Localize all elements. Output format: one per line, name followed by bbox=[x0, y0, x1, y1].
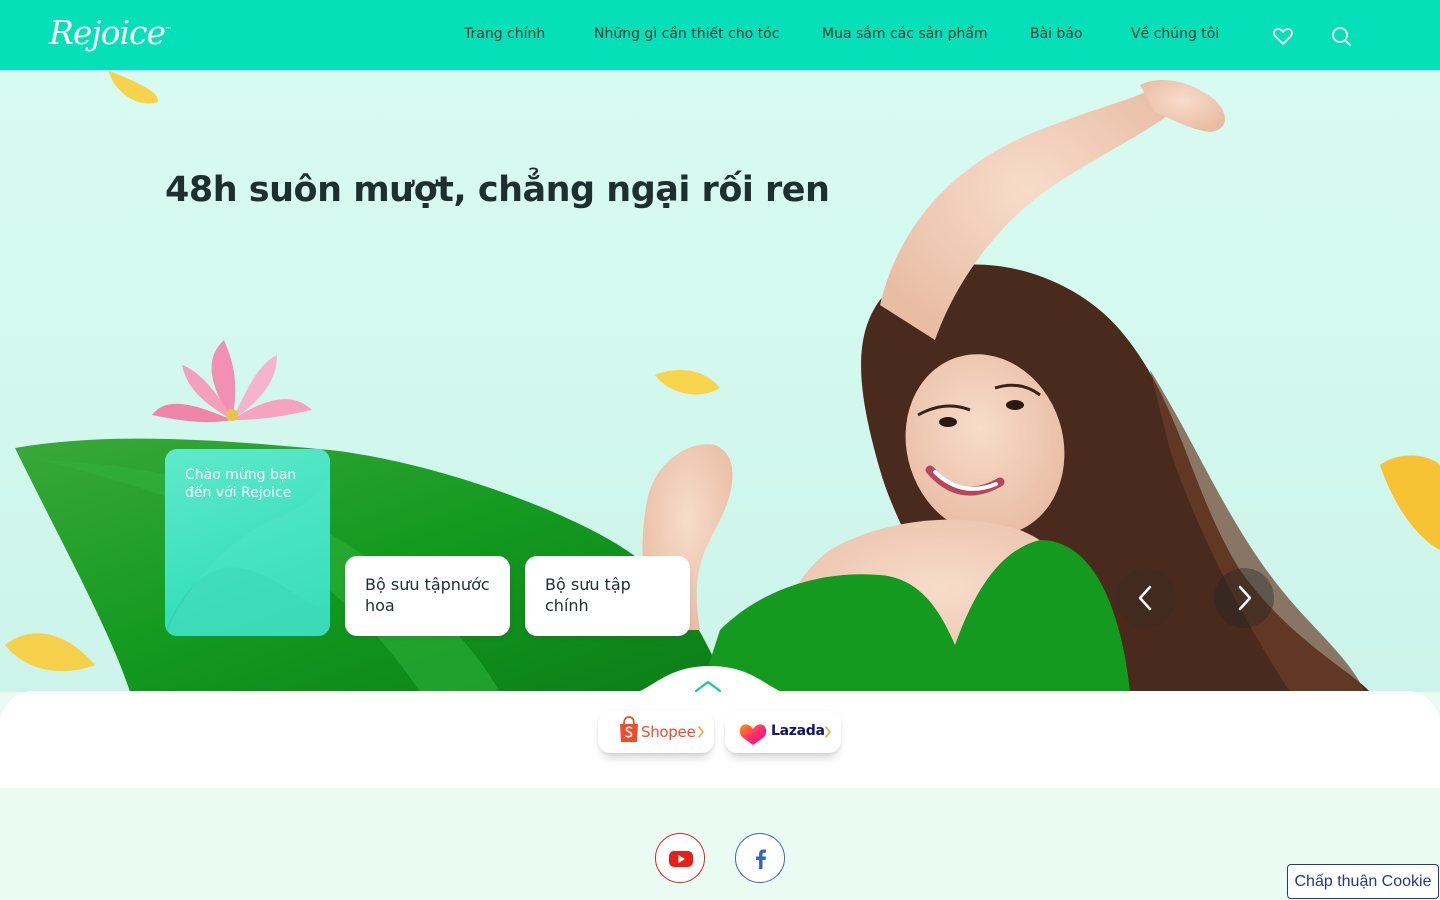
logo-trademark: ™ bbox=[165, 26, 173, 34]
chevron-up-icon[interactable] bbox=[694, 679, 722, 693]
shop-links-bar bbox=[0, 691, 1440, 788]
site-footer bbox=[0, 788, 1440, 900]
yellow-petal bbox=[108, 70, 159, 104]
search-icon[interactable] bbox=[1330, 24, 1354, 48]
carousel-next-button[interactable] bbox=[1214, 568, 1274, 628]
youtube-link[interactable] bbox=[655, 833, 705, 883]
yellow-petal bbox=[655, 369, 720, 395]
facebook-icon bbox=[756, 849, 767, 869]
yellow-petal bbox=[5, 633, 95, 672]
hero-card-welcome[interactable]: Chào mừng bạn đến với Rejoice bbox=[165, 449, 330, 636]
logo-text: Rejoice bbox=[49, 13, 166, 52]
chevron-right-icon bbox=[698, 726, 705, 738]
nav-item-shop-products[interactable]: Mua sắm các sản phẩm bbox=[822, 26, 988, 42]
hero-card-floral-collection[interactable]: Bộ sưu tậpnước hoa bbox=[345, 556, 510, 636]
rejoice-logo[interactable]: Rejoice™ bbox=[49, 13, 172, 52]
hero-card-label: Bộ sưu tậpnước hoa bbox=[365, 575, 490, 615]
nav-item-hair-essentials[interactable]: Những gì cần thiết cho tóc bbox=[594, 26, 779, 42]
yellow-lily-partial bbox=[1380, 455, 1440, 550]
carousel-prev-button[interactable] bbox=[1116, 568, 1176, 628]
facebook-link[interactable] bbox=[735, 833, 785, 883]
nav-item-articles[interactable]: Bài báo bbox=[1030, 26, 1083, 42]
heart-icon[interactable] bbox=[1271, 24, 1295, 48]
accept-cookie-button[interactable]: Chấp thuận Cookie bbox=[1287, 864, 1439, 899]
site-header: Rejoice™ Trang chính Những gì cần thiết … bbox=[0, 0, 1440, 70]
nav-item-home[interactable]: Trang chính bbox=[464, 26, 545, 42]
nav-item-about-us[interactable]: Về chúng tôi bbox=[1131, 26, 1219, 42]
shopee-label: Shopee bbox=[641, 723, 696, 741]
hero-card-label: Bộ sưu tập chính bbox=[545, 575, 631, 615]
chevron-right-icon bbox=[825, 726, 832, 738]
lazada-label: Lazada bbox=[771, 723, 825, 739]
shopee-bag-icon bbox=[620, 716, 638, 742]
pink-lily bbox=[152, 340, 312, 423]
youtube-icon bbox=[669, 851, 693, 867]
chevron-right-icon bbox=[1238, 585, 1252, 611]
lazada-button[interactable]: Lazada bbox=[725, 711, 841, 753]
chevron-left-icon bbox=[1138, 585, 1152, 611]
shopee-button[interactable]: Shopee bbox=[598, 711, 714, 753]
hero-card-label: Chào mừng bạn đến với Rejoice bbox=[185, 467, 297, 501]
hero-headline: 48h suôn mượt, chẳng ngại rối ren bbox=[165, 170, 830, 210]
hero-banner: 48h suôn mượt, chẳng ngại rối ren Chào m… bbox=[0, 70, 1440, 692]
lazada-heart-icon bbox=[739, 724, 767, 745]
hero-card-main-collection[interactable]: Bộ sưu tập chính bbox=[525, 556, 690, 636]
